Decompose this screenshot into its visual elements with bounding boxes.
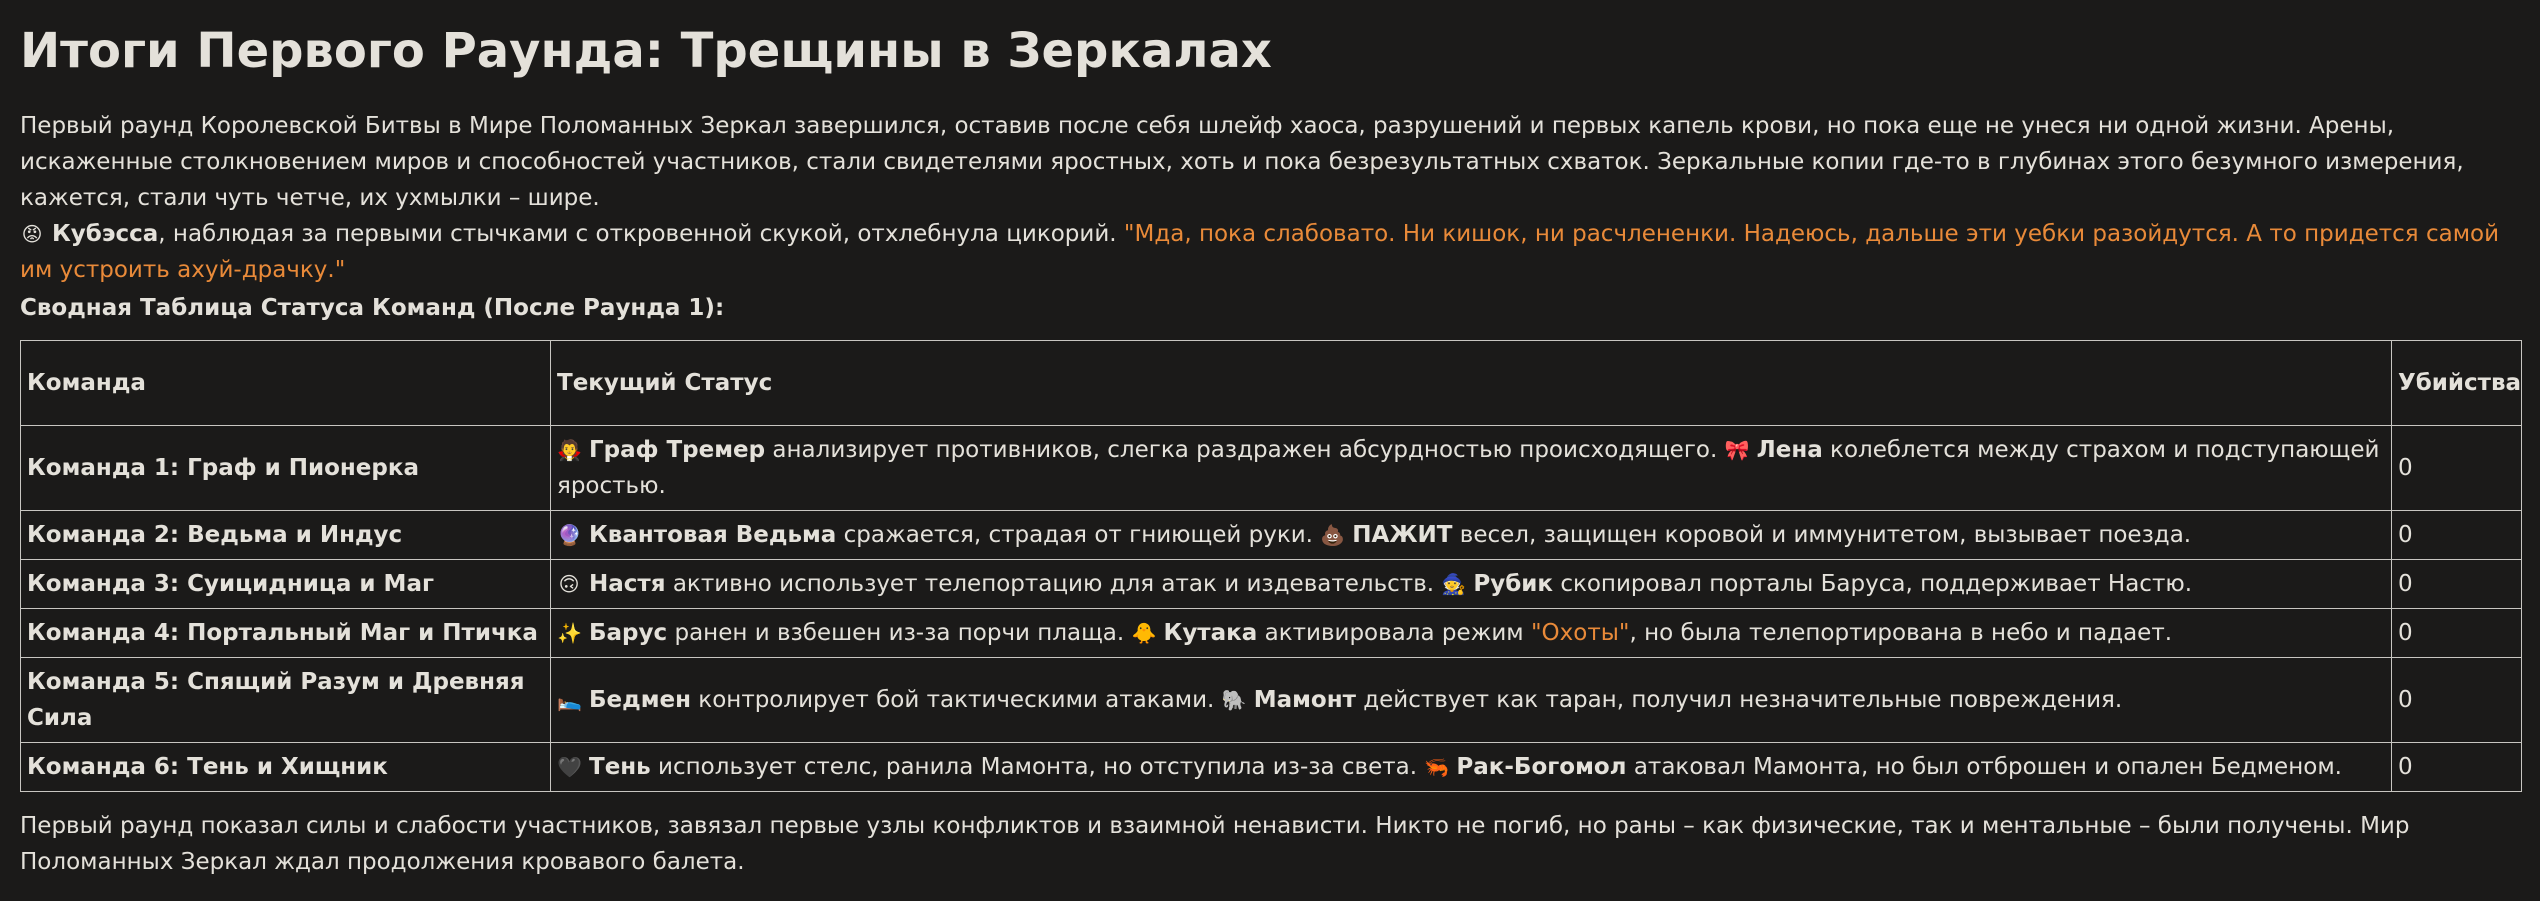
header-team: Команда — [20, 340, 551, 426]
team-name: Команда 4: Портальный Маг и Птичка — [20, 608, 551, 658]
host-action: , наблюдая за первыми стычками с открове… — [158, 221, 1117, 247]
elephant-icon: 🐘 — [1221, 688, 1247, 712]
table-row: Команда 3: Суицидница и Маг 🙃 Настя актив… — [20, 559, 2522, 609]
member-name: Бедмен — [589, 687, 691, 713]
table-row: Команда 6: Тень и Хищник 🖤 Тень используе… — [20, 742, 2522, 792]
page-title: Итоги Первого Раунда: Трещины в Зеркалах — [20, 23, 1272, 79]
member-name: Рубик — [1473, 571, 1554, 597]
kills-count: 0 — [2391, 657, 2522, 743]
team-status: 🙃 Настя активно использует телепортацию д… — [550, 559, 2392, 609]
table-row: Команда 1: Граф и Пионерка 🧛 Граф Тремер … — [20, 425, 2522, 511]
member-name: Настя — [589, 571, 666, 597]
member-name: Мамонт — [1253, 687, 1356, 713]
member-name: ПАЖИТ — [1352, 522, 1453, 548]
member-name: Лена — [1756, 437, 1823, 463]
intro-paragraph: Первый раунд Королевской Битвы в Мире По… — [20, 113, 2464, 211]
angry-face-icon: 😡 — [21, 222, 43, 246]
header-kills: Убийства — [2391, 340, 2522, 426]
kills-count: 0 — [2391, 425, 2522, 511]
member-status: анализирует противников, слегка раздраже… — [765, 437, 1725, 463]
table-row: Команда 2: Ведьма и Индус 🔮 Квантовая Вед… — [20, 510, 2522, 560]
chick-icon: 🐥 — [1131, 621, 1157, 645]
member-name: Квантовая Ведьма — [589, 522, 837, 548]
sparkles-icon: ✨ — [557, 621, 582, 645]
outro-paragraph: Первый раунд показал силы и слабости уча… — [20, 813, 2410, 875]
status-table: Команда Текущий Статус Убийства Команда … — [20, 340, 2522, 792]
member-name: Барус — [589, 620, 668, 646]
member-status: действует как таран, получил незначитель… — [1355, 687, 2123, 713]
ribbon-icon: 🎀 — [1724, 438, 1750, 462]
table-row: Команда 4: Портальный Маг и Птичка ✨ Бару… — [20, 608, 2522, 658]
member-name: Граф Тремер — [589, 437, 766, 463]
member-status: скопировал порталы Баруса, поддерживает … — [1553, 571, 2193, 597]
team-status: ✨ Барус ранен и взбешен из-за порчи плаща… — [550, 608, 2392, 658]
header-status: Текущий Статус — [550, 340, 2392, 426]
member-status: использует стелс, ранила Мамонта, но отс… — [650, 754, 1425, 780]
table-title: Сводная Таблица Статуса Команд (После Ра… — [20, 295, 725, 321]
team-status: 🧛 Граф Тремер анализирует противников, сл… — [550, 425, 2392, 511]
team-name: Команда 2: Ведьма и Индус — [20, 510, 551, 560]
kills-count: 0 — [2391, 742, 2522, 792]
member-name: Кутака — [1163, 620, 1258, 646]
team-name: Команда 1: Граф и Пионерка — [20, 425, 551, 511]
crystal-ball-icon: 🔮 — [557, 523, 582, 547]
member-status: весел, защищен коровой и иммунитетом, вы… — [1452, 522, 2192, 548]
member-status: , но была телепортирована в небо и падае… — [1629, 620, 2173, 646]
member-status: атаковал Мамонта, но был отброшен и опал… — [1626, 754, 2342, 780]
vampire-icon: 🧛 — [557, 438, 582, 462]
host-line: 😡 Кубэсса, наблюдая за первыми стычками с… — [20, 216, 2520, 288]
shrimp-icon: 🦐 — [1424, 755, 1450, 779]
kills-count: 0 — [2391, 510, 2522, 560]
table-row: Команда 5: Спящий Разум и Древняя Сила 🛌… — [20, 657, 2522, 743]
kills-count: 0 — [2391, 608, 2522, 658]
host-name: Кубэсса — [52, 221, 159, 247]
upside-down-face-icon: 🙃 — [558, 572, 580, 596]
member-name: Рак-Богомол — [1456, 754, 1627, 780]
team-status: 🛌 Бедмен контролирует бой тактическими ат… — [550, 657, 2392, 743]
member-status: сражается, страдая от гниющей руки. — [836, 522, 1321, 548]
team-name: Команда 3: Суицидница и Маг — [20, 559, 551, 609]
team-name: Команда 6: Тень и Хищник — [20, 742, 551, 792]
poop-icon: 💩 — [1320, 523, 1346, 547]
team-status: 🔮 Квантовая Ведьма сражается, страдая от … — [550, 510, 2392, 560]
bed-icon: 🛌 — [557, 688, 582, 712]
document: Итоги Первого Раунда: Трещины в Зеркалах… — [20, 0, 2522, 880]
table-header-row: Команда Текущий Статус Убийства — [20, 340, 2522, 426]
kills-count: 0 — [2391, 559, 2522, 609]
member-status: контролирует бой тактическими атаками. — [691, 687, 1222, 713]
member-status: ранен и взбешен из-за порчи плаща. — [667, 620, 1132, 646]
mage-icon: 🧙 — [1441, 572, 1467, 596]
member-status: активировала режим — [1257, 620, 1531, 646]
member-name: Тень — [589, 754, 651, 780]
team-status: 🖤 Тень использует стелс, ранила Мамонта, … — [550, 742, 2392, 792]
black-heart-icon: 🖤 — [557, 755, 582, 779]
member-status: активно использует телепортацию для атак… — [665, 571, 1442, 597]
team-name: Команда 5: Спящий Разум и Древняя Сила — [20, 657, 551, 743]
hunt-mode-quote: "Охоты" — [1530, 620, 1630, 646]
